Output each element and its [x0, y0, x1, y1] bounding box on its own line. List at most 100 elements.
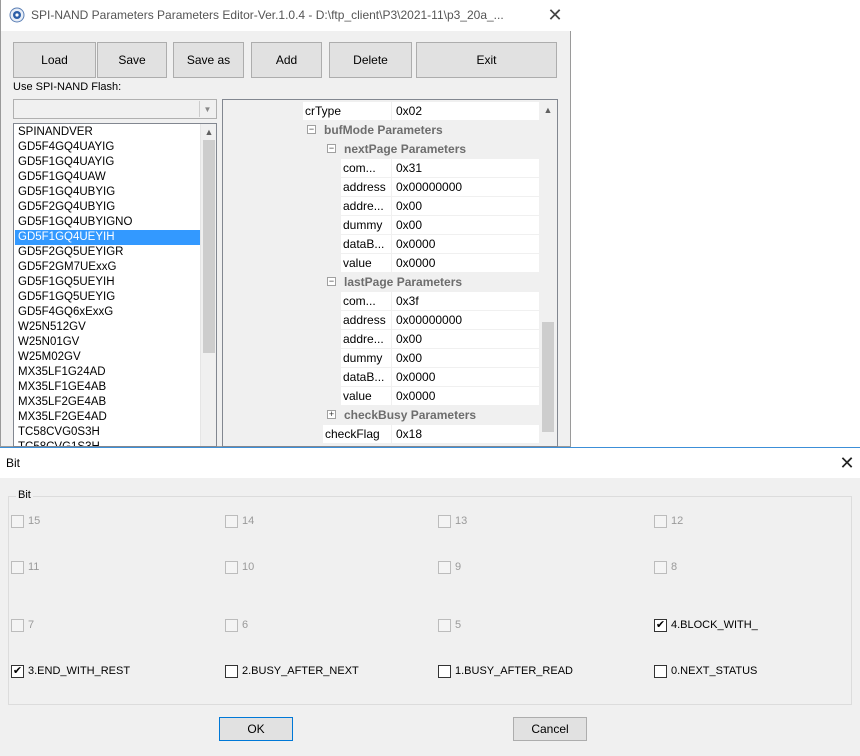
bit-checkbox: 14: [225, 514, 254, 528]
flash-list-item[interactable]: GD5F2GM7UExxG: [15, 260, 201, 275]
cancel-button[interactable]: Cancel: [513, 717, 587, 741]
chevron-down-icon[interactable]: ▼: [199, 101, 215, 117]
bit-checkbox[interactable]: 1.BUSY_AFTER_READ: [438, 664, 573, 678]
property-value[interactable]: 0x0000: [391, 235, 539, 254]
flash-list-item[interactable]: GD5F1GQ4UAYIG: [15, 155, 201, 170]
property-row[interactable]: dummy 0x00: [223, 349, 539, 368]
scroll-thumb[interactable]: [203, 140, 215, 353]
property-value[interactable]: 0x00: [391, 197, 539, 216]
property-row[interactable]: com... 0x31: [223, 159, 539, 178]
scroll-up-icon[interactable]: ▲: [540, 102, 556, 118]
property-row[interactable]: addre... 0x00: [223, 197, 539, 216]
bit-checkbox[interactable]: 2.BUSY_AFTER_NEXT: [225, 664, 359, 678]
flash-list-item[interactable]: GD5F1GQ4UAW: [15, 170, 201, 185]
bit-dialog-titlebar[interactable]: Bit ✕: [0, 448, 860, 478]
flash-list-item[interactable]: GD5F1GQ4UEYIH: [15, 230, 201, 245]
main-titlebar[interactable]: SPI-NAND Parameters Parameters Editor-Ve…: [1, 0, 571, 31]
property-value[interactable]: 0x02: [391, 102, 539, 121]
flash-list-item[interactable]: SPINANDVER: [15, 125, 201, 140]
checkbox-box[interactable]: [225, 664, 238, 678]
collapse-icon[interactable]: −: [327, 144, 336, 153]
property-row[interactable]: dataB... 0x0000: [223, 368, 539, 387]
scroll-thumb[interactable]: [542, 322, 554, 432]
property-row[interactable]: dummy 0x00: [223, 216, 539, 235]
property-value[interactable]: 0x31: [391, 159, 539, 178]
property-name: dummy: [343, 351, 383, 365]
checkbox-box[interactable]: [438, 664, 451, 678]
flash-list-item[interactable]: GD5F2GQ5UEYIGR: [15, 245, 201, 260]
flash-list-item[interactable]: TC58CVG0S3H: [15, 425, 201, 440]
close-icon[interactable]: ✕: [541, 3, 569, 27]
property-row[interactable]: addre... 0x00: [223, 330, 539, 349]
bit-checkbox[interactable]: ✔ 3.END_WITH_REST: [11, 664, 130, 678]
add-button[interactable]: Add: [251, 42, 322, 78]
flash-list-item[interactable]: MX35LF1G24AD: [15, 365, 201, 380]
flash-list-item[interactable]: W25N512GV: [15, 320, 201, 335]
property-value[interactable]: 0x0000: [391, 254, 539, 273]
property-row[interactable]: checkFlag 0x18: [223, 425, 539, 444]
property-value[interactable]: 0x00: [391, 330, 539, 349]
bit-checkbox[interactable]: 0.NEXT_STATUS: [654, 664, 757, 678]
property-row[interactable]: com... 0x3f: [223, 292, 539, 311]
delete-button[interactable]: Delete: [329, 42, 412, 78]
save-button[interactable]: Save: [97, 42, 167, 78]
flash-list-item[interactable]: MX35LF2GE4AD: [15, 410, 201, 425]
close-icon[interactable]: ✕: [834, 451, 860, 475]
scroll-up-icon[interactable]: ▲: [201, 124, 216, 140]
collapse-icon[interactable]: −: [327, 277, 336, 286]
flash-listbox[interactable]: SPINANDVER GD5F4GQ4UAYIG GD5F1GQ4UAYIG GD5F…: [13, 123, 217, 447]
collapse-icon[interactable]: −: [307, 125, 316, 134]
checkbox-box: [438, 618, 451, 632]
checkbox-box: [11, 618, 24, 632]
property-category[interactable]: − bufMode Parameters: [223, 121, 539, 140]
property-value[interactable]: 0x0000: [391, 368, 539, 387]
flash-list-item[interactable]: W25N01GV: [15, 335, 201, 350]
flash-list-item[interactable]: TC58CVG1S3H: [15, 440, 201, 446]
expand-icon[interactable]: +: [327, 410, 336, 419]
flash-list-item[interactable]: GD5F4GQ6xExxG: [15, 305, 201, 320]
property-category[interactable]: − nextPage Parameters: [223, 140, 539, 159]
property-name: dataB...: [343, 237, 385, 251]
load-button[interactable]: Load: [13, 42, 96, 78]
checkbox-box[interactable]: [654, 664, 667, 678]
flash-list-item[interactable]: GD5F1GQ4UBYIG: [15, 185, 201, 200]
exit-button[interactable]: Exit: [416, 42, 557, 78]
ok-button[interactable]: OK: [219, 717, 293, 741]
property-value[interactable]: 0x00: [391, 349, 539, 368]
property-row[interactable]: dataB... 0x0000: [223, 235, 539, 254]
flash-list-item[interactable]: MX35LF2GE4AB: [15, 395, 201, 410]
property-grid[interactable]: crType 0x02− bufMode Parameters − nextPage P…: [222, 99, 558, 447]
flash-combobox[interactable]: ▼: [13, 99, 217, 119]
bit-checkbox-label: 3.END_WITH_REST: [28, 665, 131, 677]
checkbox-box: [225, 618, 238, 632]
bit-checkbox[interactable]: ✔ 4.BLOCK_WITH_: [654, 618, 758, 632]
property-category[interactable]: + checkBusy Parameters: [223, 406, 539, 425]
property-value[interactable]: 0x18: [391, 425, 539, 444]
property-row[interactable]: address 0x00000000: [223, 311, 539, 330]
property-grid-scrollbar[interactable]: ▲: [539, 100, 557, 446]
property-value[interactable]: 0x3f: [391, 292, 539, 311]
flash-list-item[interactable]: GD5F4GQ4UAYIG: [15, 140, 201, 155]
property-row[interactable]: address 0x00000000: [223, 178, 539, 197]
bit-checkbox: 15: [11, 514, 40, 528]
property-value[interactable]: 0x00000000: [391, 311, 539, 330]
property-row[interactable]: value 0x0000: [223, 254, 539, 273]
checkmark-icon[interactable]: ✔: [654, 618, 667, 632]
bit-checkbox-label: 4.BLOCK_WITH_: [671, 619, 758, 631]
property-value[interactable]: 0x00: [391, 216, 539, 235]
flash-list-item[interactable]: GD5F1GQ5UEYIH: [15, 275, 201, 290]
flash-list-item[interactable]: W25M02GV: [15, 350, 201, 365]
property-row[interactable]: crType 0x02: [223, 102, 539, 121]
flash-list-item[interactable]: MX35LF1GE4AB: [15, 380, 201, 395]
flash-list-item[interactable]: GD5F1GQ5UEYIG: [15, 290, 201, 305]
property-value[interactable]: 0x00000000: [391, 178, 539, 197]
flash-list-scrollbar[interactable]: ▲: [200, 124, 216, 446]
flash-list-item[interactable]: GD5F2GQ4UBYIG: [15, 200, 201, 215]
property-name: dummy: [343, 218, 383, 232]
property-row[interactable]: value 0x0000: [223, 387, 539, 406]
save-as-button[interactable]: Save as: [173, 42, 244, 78]
property-category[interactable]: − lastPage Parameters: [223, 273, 539, 292]
checkmark-icon[interactable]: ✔: [11, 664, 24, 678]
flash-list-item[interactable]: GD5F1GQ4UBYIGNO: [15, 215, 201, 230]
property-value[interactable]: 0x0000: [391, 387, 539, 406]
